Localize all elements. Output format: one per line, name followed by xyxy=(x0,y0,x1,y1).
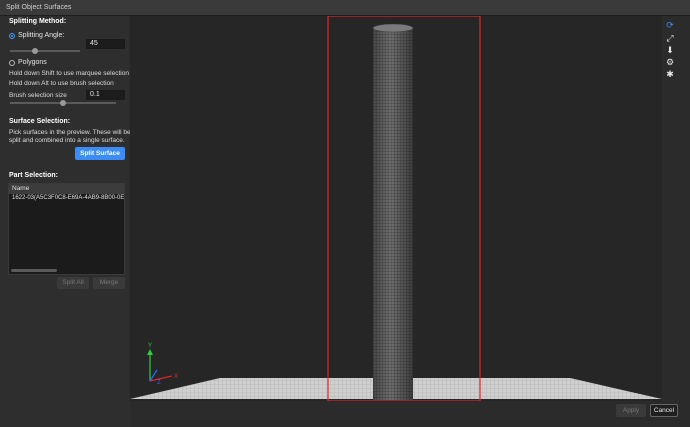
cancel-button[interactable]: Cancel xyxy=(650,404,678,417)
cylinder-top xyxy=(372,23,414,33)
splitting-angle-radio[interactable]: Splitting Angle: xyxy=(9,32,64,39)
lightbulb-icon[interactable]: ✱ xyxy=(665,69,675,79)
splitting-method-heading: Splitting Method: xyxy=(9,18,67,25)
horizontal-scrollbar[interactable] xyxy=(11,269,57,272)
apply-button[interactable]: Apply xyxy=(616,404,646,417)
refresh-icon[interactable]: ⟳ xyxy=(665,20,675,30)
surface-selection-heading: Surface Selection: xyxy=(9,118,71,125)
radio-unselected-icon[interactable] xyxy=(9,59,15,66)
surface-desc-line1: Pick surfaces in the preview. These will… xyxy=(9,129,131,136)
list-item[interactable]: 1622-03(A5C3F0C8-E69A-4AB9-8B00-0EB6E xyxy=(9,194,124,203)
window-title: Split Object Surfaces xyxy=(6,4,72,11)
split-all-button[interactable]: Split All xyxy=(57,277,89,289)
splitting-angle-slider-thumb[interactable] xyxy=(31,48,38,54)
svg-text:Y: Y xyxy=(148,343,152,349)
surface-desc-line2: split and combined into a single surface… xyxy=(9,137,125,144)
axis-gizmo-icon: Y X Z xyxy=(147,343,178,386)
gear-icon[interactable]: ⚙ xyxy=(665,57,675,67)
brush-size-slider-thumb[interactable] xyxy=(60,100,66,106)
splitting-angle-input[interactable]: 45 xyxy=(86,39,125,49)
svg-text:X: X xyxy=(174,374,178,380)
splitting-angle-label: Splitting Angle: xyxy=(18,32,65,39)
brush-size-label: Brush selection size xyxy=(9,92,67,99)
brush-size-input[interactable]: 0.1 xyxy=(86,90,125,100)
svg-text:Z: Z xyxy=(157,380,161,386)
preview-viewport[interactable]: Y X Z xyxy=(130,16,662,401)
polygons-label: Polygons xyxy=(18,59,47,66)
title-bar: Split Object Surfaces xyxy=(0,0,690,16)
shift-hint: Hold down Shift to use marquee selection xyxy=(9,70,129,77)
alt-hint: Hold down Alt to use brush selection xyxy=(9,80,114,87)
splitting-angle-slider-track[interactable] xyxy=(10,50,80,52)
merge-button[interactable]: Merge xyxy=(93,277,125,289)
preview-canvas[interactable]: Y X Z xyxy=(130,16,662,401)
part-list[interactable]: Name 1622-03(A5C3F0C8-E69A-4AB9-8B00-0EB… xyxy=(8,183,125,275)
download-icon[interactable]: ⬇ xyxy=(665,45,675,55)
name-column-header[interactable]: Name xyxy=(9,184,124,194)
fit-icon[interactable]: ⤢ xyxy=(665,33,675,43)
part-selection-heading: Part Selection: xyxy=(9,172,59,179)
cylinder-shading xyxy=(373,28,413,400)
footer-bar xyxy=(130,401,690,427)
radio-selected-icon[interactable] xyxy=(9,32,15,39)
polygons-radio[interactable]: Polygons xyxy=(9,59,47,66)
split-surface-button[interactable]: Split Surface xyxy=(75,147,125,160)
